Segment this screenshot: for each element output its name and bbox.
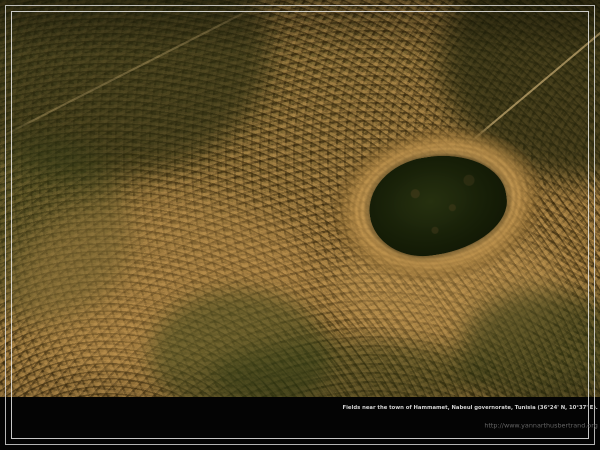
vignette-shading bbox=[0, 0, 600, 450]
caption-location-line: Fields near the town of Hammamet, Nabeul… bbox=[211, 395, 598, 414]
aerial-photo bbox=[0, 0, 600, 450]
caption-url-text: http://www.yannarthusbertrand.org bbox=[485, 422, 598, 429]
photo-caption: Fields near the town of Hammamet, Nabeul… bbox=[211, 395, 598, 432]
desktop-wallpaper: Fields near the town of Hammamet, Nabeul… bbox=[0, 0, 600, 450]
caption-location-text: Fields near the town of Hammamet, Nabeul… bbox=[343, 405, 598, 411]
caption-url-line: http://www.yannarthusbertrand.org bbox=[211, 413, 598, 432]
